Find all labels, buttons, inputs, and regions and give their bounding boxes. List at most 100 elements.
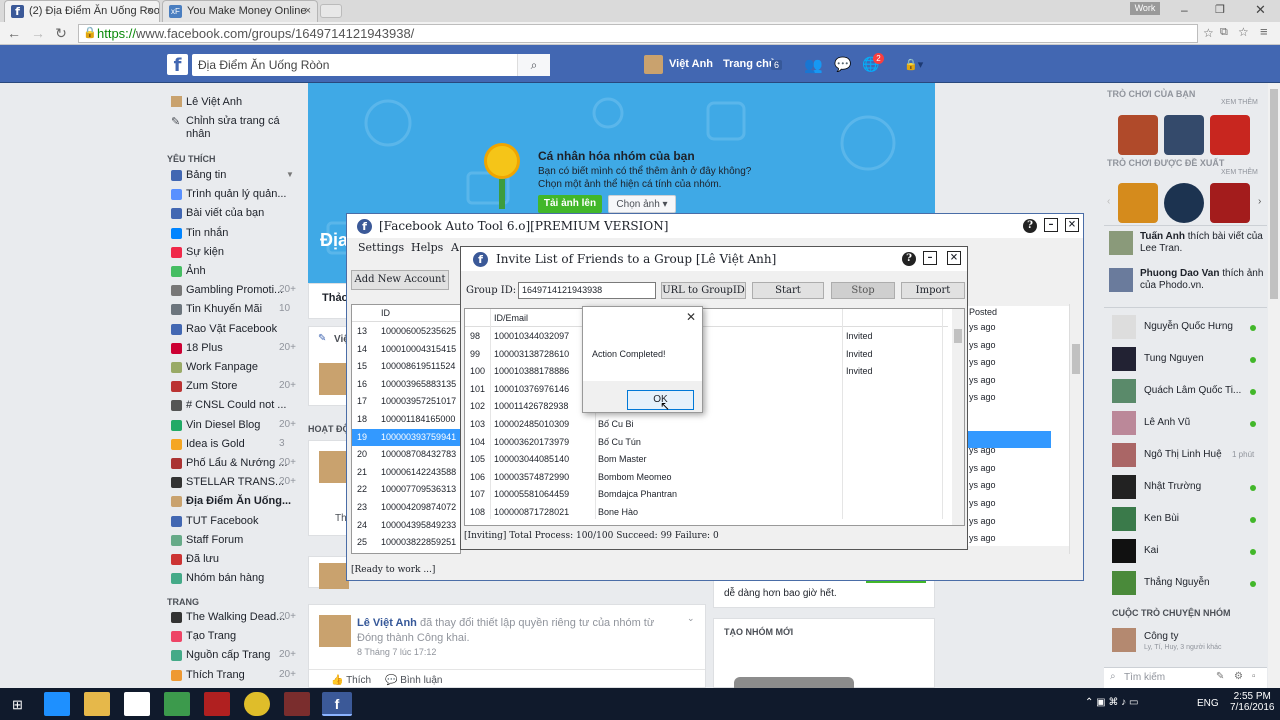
reload-icon[interactable]: ↻ (53, 25, 69, 41)
help-icon[interactable]: ? (902, 252, 916, 266)
table-row[interactable]: 18 100001184165000 (352, 411, 460, 428)
next-arrow-icon[interactable]: › (1258, 196, 1261, 207)
minimize-window-icon[interactable]: – (1181, 3, 1188, 17)
sidebar-item[interactable]: Rao Vặt Facebook (171, 323, 296, 338)
messages-icon[interactable]: 💬 (834, 56, 851, 73)
help-icon[interactable]: ? (1023, 219, 1037, 233)
menu-helps[interactable]: Helps (411, 241, 443, 254)
tab-discussion[interactable]: Thảo (322, 292, 348, 304)
chat-search-input[interactable]: Tìm kiếm (1124, 672, 1165, 683)
sidebar-page-item[interactable]: Nguồn cấp Trang 20+ (171, 649, 296, 664)
menu-icon[interactable]: ≡ (1260, 24, 1268, 39)
table-row[interactable]: 15 100008619511524 (352, 358, 460, 375)
scrollbar-thumb[interactable] (1270, 89, 1278, 299)
tab-inactive[interactable]: xF You Make Money Online × (162, 0, 318, 22)
group-chat-avatar[interactable] (1112, 628, 1136, 652)
close-icon[interactable]: ✕ (686, 310, 696, 324)
scrollbar-thumb[interactable] (1072, 344, 1080, 374)
sidebar-item[interactable]: Work Fanpage (171, 361, 296, 376)
upload-photo-button[interactable]: Tải ảnh lên (538, 195, 602, 213)
system-tray-icons[interactable]: ⌃ ▣ ⌘ ♪ ▭ (1085, 697, 1138, 708)
table-row[interactable]: 99 100003138728610 Invited (465, 346, 948, 363)
table-row[interactable]: 101 100010376976146 (465, 381, 948, 398)
sidebar-item[interactable]: Bài viết của bạn (171, 207, 296, 222)
sidebar-item[interactable]: STELLAR TRANS... 20+ (171, 476, 296, 491)
filezilla-icon[interactable] (204, 692, 230, 716)
new-tab-button[interactable] (320, 4, 342, 18)
sidebar-item[interactable]: Vin Diesel Blog 20+ (171, 419, 296, 434)
see-more-link[interactable]: XEM THÊM (1221, 99, 1258, 106)
close-icon[interactable]: × (1065, 218, 1079, 232)
caret-down-icon[interactable]: ▼ (286, 170, 294, 179)
sidebar-item[interactable]: Trình quản lý quản... (171, 188, 296, 203)
minimize-icon[interactable]: – (1044, 218, 1058, 232)
sidebar-page-item[interactable]: The Walking Dead... 20+ (171, 611, 296, 626)
sidebar-item[interactable]: Đã lưu (171, 553, 296, 568)
profile-label[interactable]: Work (1130, 2, 1160, 15)
facebook-tool-taskbar-icon[interactable]: f (322, 692, 352, 716)
add-new-account-button[interactable]: Add New Account (351, 270, 449, 290)
store-icon[interactable] (124, 692, 150, 716)
sidebar-item[interactable]: Staff Forum (171, 534, 296, 549)
menu-item-peek[interactable]: A (451, 241, 459, 254)
contact-item[interactable]: Thắng Nguyễn (1112, 571, 1260, 597)
table-row[interactable]: 16 100003965883135 (352, 376, 460, 393)
activity-name[interactable]: Phuong Dao Van (1140, 268, 1219, 279)
contact-item[interactable]: Lê Anh Vũ (1112, 411, 1260, 437)
sidebar-item[interactable]: Zum Store 20+ (171, 380, 296, 395)
sidebar-item[interactable]: Idea is Gold 3 (171, 438, 296, 453)
import-button[interactable]: Import (901, 282, 965, 299)
activity-item[interactable]: Tuấn Anh thích bài viết của Lee Tran. (1109, 231, 1264, 261)
table-row[interactable]: 102 100011426782938 (465, 398, 948, 415)
close-tab-icon[interactable]: × (305, 1, 311, 21)
table-row[interactable]: 25 100003822859251 (352, 534, 460, 551)
post-time[interactable]: 8 Tháng 7 lúc 17:12 (357, 647, 436, 657)
contact-item[interactable]: Nguyễn Quốc Hưng (1112, 315, 1260, 341)
table-row[interactable]: 106 100003574872990 Bombom Meomeo (465, 469, 948, 486)
table-row[interactable]: 100 100010388178886 Invited (465, 363, 948, 380)
bookmark-star-icon[interactable]: ☆ (1238, 25, 1249, 39)
window-icon[interactable]: ▫ (1252, 671, 1256, 682)
game-thumbnail[interactable] (1210, 183, 1250, 223)
friends-icon[interactable]: 👥 (804, 56, 823, 74)
profile-link[interactable]: Lê Việt Anh (186, 96, 242, 108)
table-row[interactable]: 19 100000393759941 (352, 428, 460, 446)
sidebar-item[interactable]: Bảng tin (171, 169, 296, 184)
sidebar-item[interactable]: Tin nhắn (171, 227, 296, 242)
see-more-link[interactable]: XEM THÊM (1221, 169, 1258, 176)
gear-icon[interactable]: ⚙ (1234, 671, 1243, 682)
clock[interactable]: 2:55 PM 7/16/2016 (1230, 691, 1275, 713)
compose-icon[interactable]: ✎ (1216, 671, 1224, 682)
invite-scrollbar[interactable] (952, 309, 964, 525)
sidebar-item[interactable]: Gambling Promoti... 20+ (171, 284, 296, 299)
close-icon[interactable]: × (947, 251, 961, 265)
back-icon[interactable]: ← (6, 25, 22, 41)
contact-item[interactable]: Tung Nguyen (1112, 347, 1260, 373)
stop-button[interactable]: Stop (831, 282, 895, 299)
app-icon[interactable] (284, 692, 310, 716)
post-menu-icon[interactable]: ⌄ (687, 613, 695, 624)
close-tab-icon[interactable]: × (147, 1, 153, 21)
close-window-icon[interactable]: ✕ (1255, 2, 1266, 18)
group-id-input[interactable]: 1649714121943938 (518, 282, 656, 299)
game-thumbnail[interactable] (1118, 115, 1158, 155)
search-icon[interactable]: ⌕ (517, 54, 550, 76)
page-scrollbar[interactable] (1268, 83, 1280, 688)
invite-grid[interactable]: ID/Email 98 100010344032097 Invited 99 10000… (464, 308, 965, 526)
contact-item[interactable]: Kai (1112, 539, 1260, 565)
table-row[interactable]: 105 100003044085140 Bom Master (465, 451, 948, 468)
scrollbar-thumb[interactable] (954, 329, 962, 343)
translate-icon[interactable]: ⧉ (1220, 26, 1228, 39)
sidebar-page-item[interactable]: Thích Trang 20+ (171, 669, 296, 684)
sidebar-item[interactable]: Tin Khuyến Mãi 10 (171, 303, 296, 318)
profile-link[interactable]: Việt Anh (669, 58, 713, 70)
game-thumbnail[interactable] (1118, 183, 1158, 223)
privacy-icon[interactable]: 🔒▾ (904, 58, 923, 71)
chrome-icon[interactable] (244, 692, 270, 716)
account-grid[interactable]: ID 13 100006005235625 14 100010004315415 15 1… (351, 304, 461, 554)
tool-scrollbar[interactable] (1069, 304, 1081, 554)
contact-item[interactable]: Ngô Thị Linh Huệ 1 phút (1112, 443, 1260, 469)
sidebar-item[interactable]: Nhóm bán hàng (171, 572, 296, 587)
star-icon[interactable]: ☆ (1203, 26, 1214, 40)
facebook-logo[interactable]: f (167, 54, 188, 76)
